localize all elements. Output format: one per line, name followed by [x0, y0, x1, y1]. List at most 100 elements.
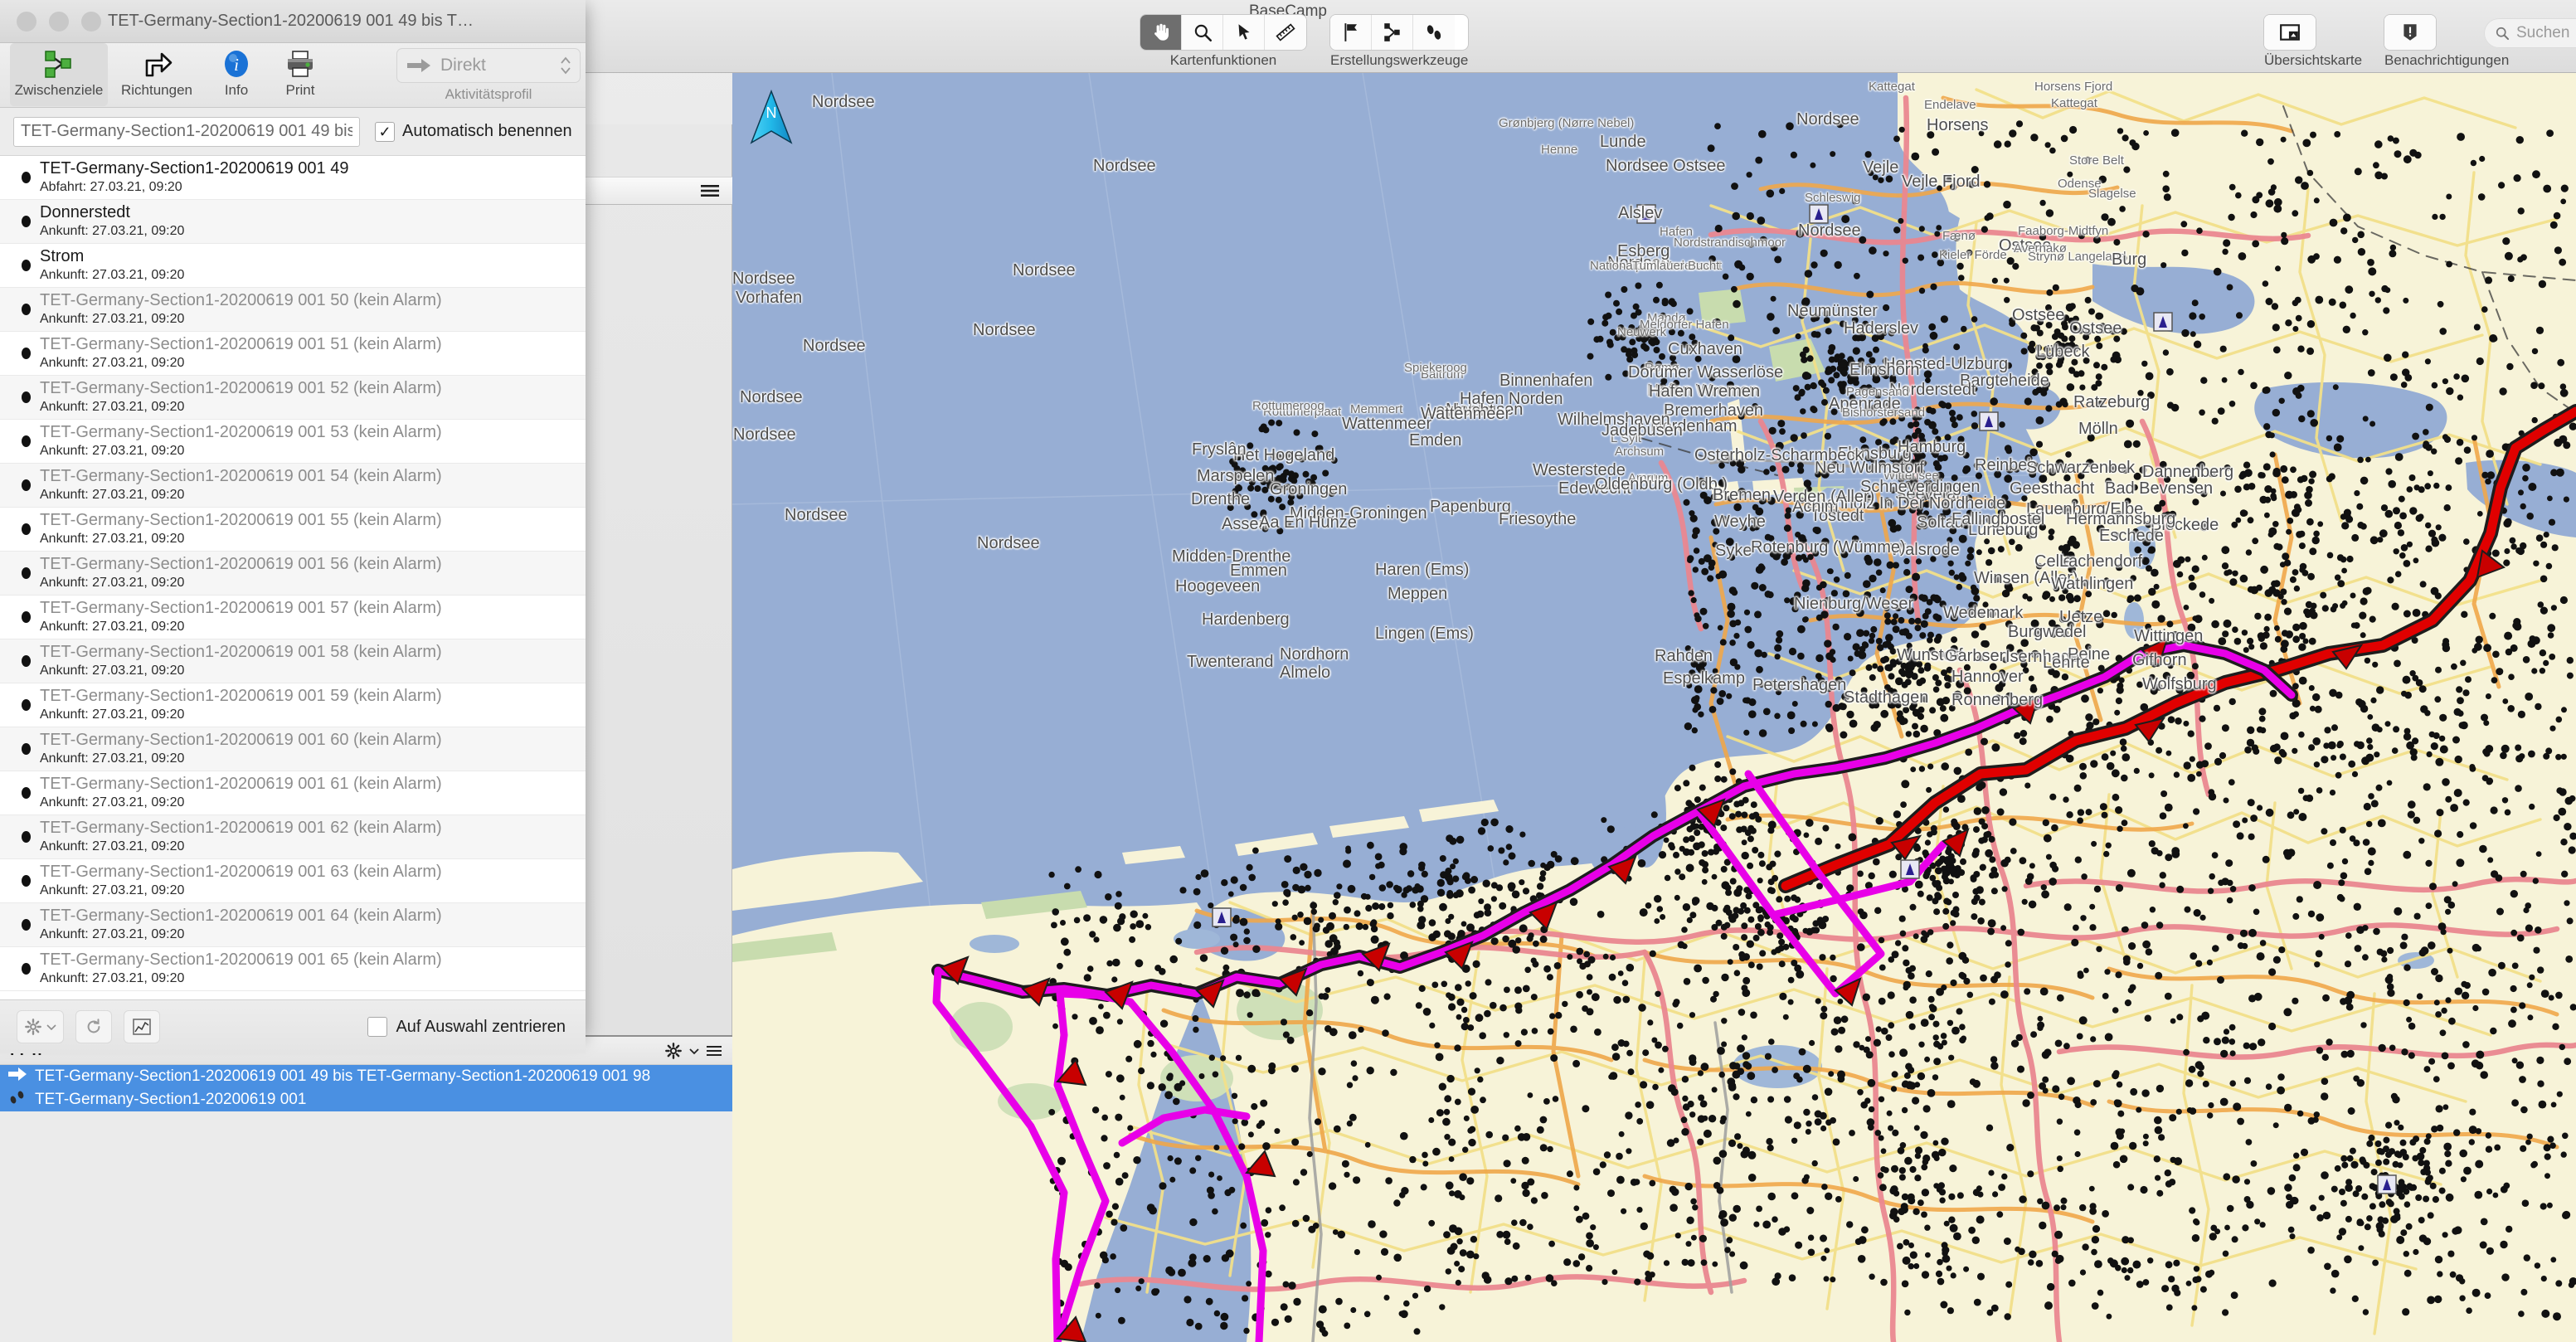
- search-icon: [2496, 27, 2510, 41]
- fft-list: TET-Germany-Section1-20200619 001 49 bis…: [0, 1065, 732, 1111]
- overview-map-button[interactable]: [2264, 15, 2316, 50]
- maximize-button[interactable]: [81, 11, 101, 32]
- waypoint-row[interactable]: TET-Germany-Section1-20200619 001 51 (ke…: [0, 332, 586, 376]
- settings-gear-button[interactable]: [17, 1010, 64, 1043]
- compass-north-icon: N: [750, 90, 793, 144]
- fft-list-item[interactable]: TET-Germany-Section1-20200619 001 49 bis…: [0, 1065, 732, 1088]
- tab-richtungen[interactable]: Richtungen: [108, 43, 206, 99]
- auto-name-checkbox[interactable]: ✓ Automatisch benennen: [375, 121, 572, 142]
- fft-item-label: TET-Germany-Section1-20200619 001: [35, 1091, 307, 1108]
- planner-titlebar[interactable]: TET-Germany-Section1-20200619 001 49 bis…: [0, 0, 586, 43]
- refresh-button[interactable]: [75, 1010, 112, 1043]
- waypoint-row[interactable]: TET-Germany-Section1-20200619 001 54 (ke…: [0, 464, 586, 508]
- chart-icon: [133, 1019, 151, 1035]
- waypoint-row[interactable]: Strom Ankunft: 27.03.21, 09:20: [0, 244, 586, 288]
- alert-banner-icon: [2403, 24, 2417, 41]
- waypoint-row[interactable]: TET-Germany-Section1-20200619 001 60 (ke…: [0, 727, 586, 771]
- tab-print[interactable]: Print: [267, 43, 333, 99]
- route-tool-button[interactable]: [1372, 15, 1413, 50]
- map-graphics: [732, 73, 2576, 1342]
- waypoint-bullet-icon: [12, 831, 40, 843]
- waypoint-time: Ankunft: 27.03.21, 09:20: [40, 532, 185, 546]
- waypoint-time: Ankunft: 27.03.21, 09:20: [40, 839, 185, 853]
- waypoint-list[interactable]: TET-Germany-Section1-20200619 001 49 Abfa…: [0, 156, 586, 1000]
- zoom-tool-button[interactable]: [1182, 15, 1223, 50]
- route-name-input[interactable]: [13, 116, 360, 147]
- waypoint-row[interactable]: TET-Germany-Section1-20200619 001 53 (ke…: [0, 420, 586, 464]
- close-button[interactable]: [17, 11, 36, 32]
- waypoint-time: Ankunft: 27.03.21, 09:20: [40, 971, 185, 985]
- waypoint-title: TET-Germany-Section1-20200619 001 52 (ke…: [40, 379, 442, 397]
- tab-print-label: Print: [285, 82, 315, 98]
- waypoint-time: Ankunft: 27.03.21, 09:20: [40, 795, 185, 810]
- center-on-selection-label: Auf Auswahl zentrieren: [396, 1017, 566, 1036]
- waypoint-title: TET-Germany-Section1-20200619 001 58 (ke…: [40, 643, 442, 661]
- tab-info[interactable]: i Info: [206, 43, 267, 99]
- fft-empty-area: [0, 1111, 732, 1342]
- waypoint-row[interactable]: TET-Germany-Section1-20200619 001 59 (ke…: [0, 683, 586, 727]
- route-properties-window: TET-Germany-Section1-20200619 001 49 bis…: [0, 0, 586, 1053]
- elevation-chart-button[interactable]: [124, 1010, 160, 1043]
- waypoint-time: Ankunft: 27.03.21, 09:20: [40, 927, 185, 941]
- waypoint-row[interactable]: TET-Germany-Section1-20200619 001 64 (ke…: [0, 903, 586, 947]
- waypoint-row[interactable]: TET-Germany-Section1-20200619 001 50 (ke…: [0, 288, 586, 332]
- tab-zwischenziele[interactable]: Zwischenziele: [10, 43, 108, 106]
- measure-tool-button[interactable]: [1265, 15, 1306, 50]
- waypoint-row[interactable]: TET-Germany-Section1-20200619 001 61 (ke…: [0, 771, 586, 815]
- minimize-button[interactable]: [49, 11, 69, 32]
- waypoint-title: TET-Germany-Section1-20200619 001 63 (ke…: [40, 863, 442, 881]
- fft-list-item[interactable]: TET-Germany-Section1-20200619 001: [0, 1088, 732, 1111]
- waypoint-row[interactable]: TET-Germany-Section1-20200619 001 52 (ke…: [0, 376, 586, 420]
- hand-icon: [1154, 23, 1169, 41]
- waypoint-title: TET-Germany-Section1-20200619 001 62 (ke…: [40, 819, 442, 837]
- notifications-button[interactable]: [2384, 15, 2436, 50]
- select-tool-button[interactable]: [1223, 15, 1265, 50]
- stepper-chevrons-icon[interactable]: [560, 55, 571, 76]
- waypoint-row[interactable]: TET-Germany-Section1-20200619 001 65 (ke…: [0, 947, 586, 991]
- waypoint-row[interactable]: TET-Germany-Section1-20200619 001 62 (ke…: [0, 815, 586, 859]
- chevron-down-icon[interactable]: [689, 1047, 699, 1055]
- svg-text:i: i: [234, 55, 239, 75]
- route-name-row: ✓ Automatisch benennen: [0, 108, 586, 156]
- map-canvas[interactable]: Nordsee Nordsee Nordsee Nordsee Nordsee Nords…: [732, 73, 2576, 1342]
- footprints-icon: [1427, 25, 1441, 40]
- waypoint-bullet-icon: [12, 304, 40, 315]
- search-input[interactable]: Suchen: [2484, 18, 2576, 48]
- waypoint-row[interactable]: Donnerstedt Ankunft: 27.03.21, 09:20: [0, 200, 586, 244]
- overview-map-group: Übersichtskarte: [2264, 15, 2362, 69]
- compass-letter: N: [766, 105, 777, 121]
- hand-tool-button[interactable]: [1140, 15, 1182, 50]
- waypoint-title: TET-Germany-Section1-20200619 001 51 (ke…: [40, 335, 442, 353]
- waypoint-bullet-icon: [12, 699, 40, 711]
- waypoint-row[interactable]: TET-Germany-Section1-20200619 001 57 (ke…: [0, 596, 586, 639]
- waypoint-row[interactable]: TET-Germany-Section1-20200619 001 56 (ke…: [0, 552, 586, 596]
- waypoint-tool-button[interactable]: [1330, 15, 1372, 50]
- waypoint-bullet-icon: [12, 655, 40, 667]
- waypoint-row[interactable]: TET-Germany-Section1-20200619 001 63 (ke…: [0, 859, 586, 903]
- waypoint-row[interactable]: TET-Germany-Section1-20200619 001 58 (ke…: [0, 639, 586, 683]
- activity-profile-select[interactable]: Direkt: [396, 48, 581, 83]
- tab-richtungen-label: Richtungen: [120, 82, 192, 98]
- list-menu-icon[interactable]: [706, 1044, 722, 1058]
- waypoint-title: Strom: [40, 247, 85, 265]
- waypoint-bullet-icon: [12, 567, 40, 579]
- tab-info-label: Info: [224, 82, 249, 98]
- track-tool-button[interactable]: [1413, 15, 1455, 50]
- gear-icon: [25, 1019, 41, 1035]
- waypoint-row[interactable]: TET-Germany-Section1-20200619 001 55 (ke…: [0, 508, 586, 552]
- gear-icon[interactable]: [664, 1042, 683, 1060]
- map-tools-label: Kartenfunktionen: [1169, 52, 1277, 68]
- waypoint-row[interactable]: TET-Germany-Section1-20200619 001 49 Abfa…: [0, 156, 586, 200]
- screen-root: BaseCamp Kartenfunktionen Erstellungswer…: [0, 0, 2576, 1342]
- turn-arrow-icon: [140, 46, 173, 81]
- hamburger-menu-icon[interactable]: [699, 182, 721, 199]
- activity-profile-label: Aktivitätsprofil: [445, 86, 532, 102]
- waypoint-bullet-icon: [12, 787, 40, 799]
- search-placeholder: Suchen: [2516, 24, 2570, 41]
- info-circle-icon: i: [222, 46, 250, 81]
- waypoint-time: Ankunft: 27.03.21, 09:20: [40, 312, 185, 326]
- waypoint-bullet-icon: [12, 611, 40, 623]
- center-on-selection-checkbox[interactable]: Auf Auswahl zentrieren: [367, 1017, 566, 1037]
- waypoint-bullet-icon: [12, 172, 40, 183]
- waypoint-bullet-icon: [12, 348, 40, 359]
